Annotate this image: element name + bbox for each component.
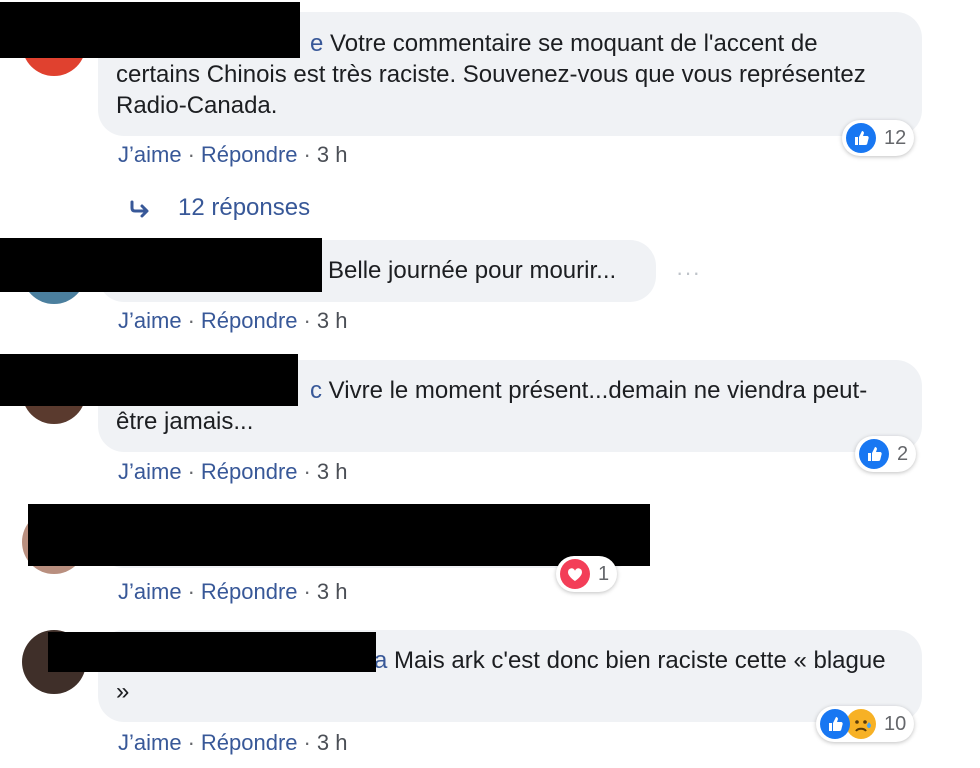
redaction-box <box>0 354 298 406</box>
view-replies-link[interactable]: 12 réponses <box>128 194 310 222</box>
comment-actions: J’aime · Répondre · 3 h <box>118 142 347 168</box>
more-options-icon[interactable]: ··· <box>676 260 701 286</box>
timestamp[interactable]: 3 h <box>317 308 348 333</box>
comment-actions: J’aime · Répondre · 3 h <box>118 308 347 334</box>
comment-actions: J’aime · Répondre · 3 h <box>118 730 347 756</box>
separator: · <box>303 579 311 604</box>
separator: · <box>303 308 311 333</box>
separator: · <box>303 142 311 167</box>
timestamp[interactable]: 3 h <box>317 459 348 484</box>
comment-text: Belle journée pour mourir... <box>328 257 617 284</box>
reaction-summary[interactable]: 2 <box>855 436 917 472</box>
redaction-box <box>0 238 322 292</box>
reaction-count: 1 <box>598 562 610 585</box>
redaction-box <box>28 504 650 566</box>
replies-count: 12 réponses <box>178 194 311 221</box>
comment-actions: J’aime · Répondre · 3 h <box>118 459 347 485</box>
separator: · <box>187 579 195 604</box>
reaction-count: 2 <box>897 442 909 465</box>
reaction-count: 12 <box>884 126 907 149</box>
like-link[interactable]: J’aime <box>118 730 182 755</box>
reaction-summary[interactable]: 10 <box>816 706 915 742</box>
commenter-name[interactable]: c <box>310 377 322 404</box>
separator: · <box>303 459 311 484</box>
like-icon <box>820 709 850 739</box>
separator: · <box>187 142 195 167</box>
like-link[interactable]: J’aime <box>118 579 182 604</box>
reply-link[interactable]: Répondre <box>201 579 298 604</box>
timestamp[interactable]: 3 h <box>317 730 348 755</box>
redaction-box <box>48 632 376 672</box>
reaction-summary[interactable]: 12 <box>842 120 915 156</box>
separator: · <box>187 459 195 484</box>
comment-actions: J’aime · Répondre · 3 h <box>118 579 347 605</box>
redaction-box <box>0 2 300 58</box>
reply-link[interactable]: Répondre <box>201 730 298 755</box>
like-link[interactable]: J’aime <box>118 459 182 484</box>
commenter-name[interactable]: e <box>310 30 323 57</box>
reaction-summary[interactable]: 1 <box>556 556 618 592</box>
like-icon <box>859 439 889 469</box>
separator: · <box>187 308 195 333</box>
reply-link[interactable]: Répondre <box>201 308 298 333</box>
love-icon <box>560 559 590 589</box>
timestamp[interactable]: 3 h <box>317 579 348 604</box>
reply-arrow-icon <box>128 196 168 220</box>
timestamp[interactable]: 3 h <box>317 142 348 167</box>
reply-link[interactable]: Répondre <box>201 459 298 484</box>
reaction-count: 10 <box>884 712 907 735</box>
like-link[interactable]: J’aime <box>118 308 182 333</box>
separator: · <box>303 730 311 755</box>
reply-link[interactable]: Répondre <box>201 142 298 167</box>
sad-icon <box>846 709 876 739</box>
separator: · <box>187 730 195 755</box>
like-link[interactable]: J’aime <box>118 142 182 167</box>
commenter-name[interactable]: a <box>374 647 387 674</box>
like-icon <box>846 123 876 153</box>
